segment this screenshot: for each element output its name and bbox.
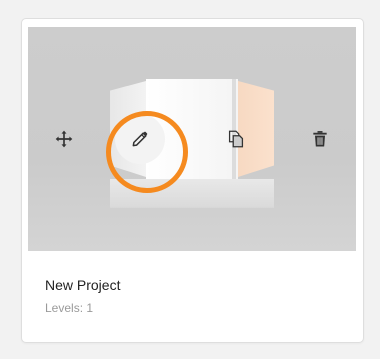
project-levels-count: Levels: 1 (45, 301, 94, 315)
project-title[interactable]: New Project (45, 277, 120, 293)
move-arrows-icon[interactable] (50, 125, 78, 153)
pencil-icon (132, 131, 148, 147)
project-card[interactable]: New Project Levels: 1 (21, 18, 364, 343)
edit-button[interactable] (115, 114, 165, 164)
room-reflection (110, 179, 274, 208)
trash-icon[interactable] (306, 125, 334, 153)
copy-icon[interactable] (222, 125, 250, 153)
project-thumbnail[interactable] (28, 27, 356, 251)
